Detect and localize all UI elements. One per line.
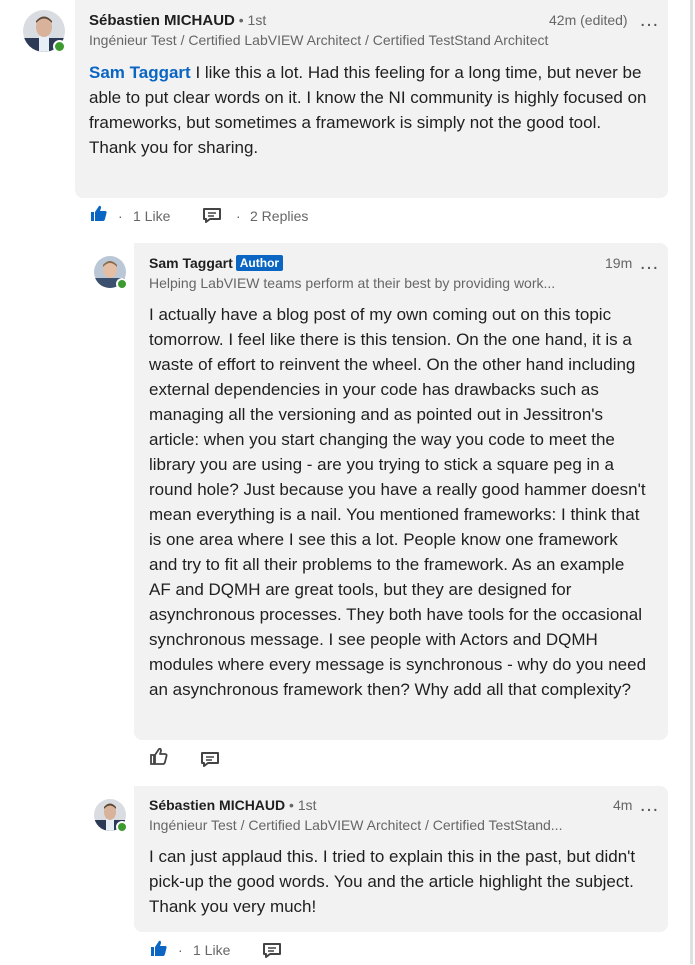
author-headline: Ingénieur Test / Certified LabVIEW Archi… — [89, 32, 549, 48]
online-status-indicator — [116, 278, 128, 290]
more-options-button[interactable]: … — [639, 253, 659, 273]
comment-timestamp: 42m (edited) — [549, 12, 628, 28]
more-options-button[interactable]: … — [639, 795, 659, 815]
comment-text-line: Thank you for sharing. — [89, 138, 259, 157]
like-count[interactable]: 1 Like — [133, 208, 170, 224]
scrollbar[interactable] — [689, 0, 695, 964]
separator-dot: · — [118, 208, 123, 224]
online-status-indicator — [53, 40, 66, 53]
reply-text: I actually have a blog post of my own co… — [149, 305, 647, 699]
comment-icon[interactable] — [202, 207, 222, 225]
avatar[interactable] — [94, 799, 128, 833]
online-status-indicator — [116, 821, 128, 833]
more-options-button[interactable]: … — [639, 10, 659, 30]
reply-timestamp: 4m — [613, 797, 633, 813]
connection-degree: • 1st — [285, 797, 317, 813]
connection-degree: • 1st — [234, 12, 267, 28]
comment-icon[interactable] — [262, 942, 282, 960]
comment-author-name[interactable]: Sébastien MICHAUD • 1st — [89, 12, 266, 29]
author-headline: Ingénieur Test / Certified LabVIEW Archi… — [149, 817, 563, 833]
avatar[interactable] — [23, 10, 66, 53]
avatar[interactable] — [94, 256, 128, 290]
reply-author-name[interactable]: Sam Taggart Author — [149, 255, 284, 271]
comment-text: Sam Taggart I like this a lot. Had this … — [89, 60, 654, 160]
author-badge: Author — [235, 255, 284, 271]
like-outline-icon[interactable] — [149, 746, 169, 766]
scrollbar-thumb[interactable] — [690, 0, 693, 964]
author-name[interactable]: Sébastien MICHAUD — [149, 797, 285, 813]
mention-link[interactable]: Sam Taggart — [89, 63, 191, 82]
replies-count[interactable]: 2 Replies — [250, 208, 308, 224]
author-name[interactable]: Sébastien MICHAUD — [89, 12, 235, 29]
reply-timestamp: 19m — [605, 255, 633, 271]
author-name[interactable]: Sam Taggart — [149, 255, 233, 271]
separator-dot: · — [178, 942, 183, 958]
reply-author-name[interactable]: Sébastien MICHAUD • 1st — [149, 797, 317, 813]
like-filled-icon[interactable] — [149, 938, 169, 958]
author-headline: Helping LabVIEW teams perform at their b… — [149, 275, 556, 291]
reply-text: I can just applaud this. I tried to expl… — [149, 847, 636, 916]
comment-icon[interactable] — [200, 751, 220, 769]
like-filled-icon[interactable] — [89, 203, 109, 223]
like-count[interactable]: 1 Like — [193, 942, 230, 958]
separator-dot: · — [236, 208, 241, 224]
